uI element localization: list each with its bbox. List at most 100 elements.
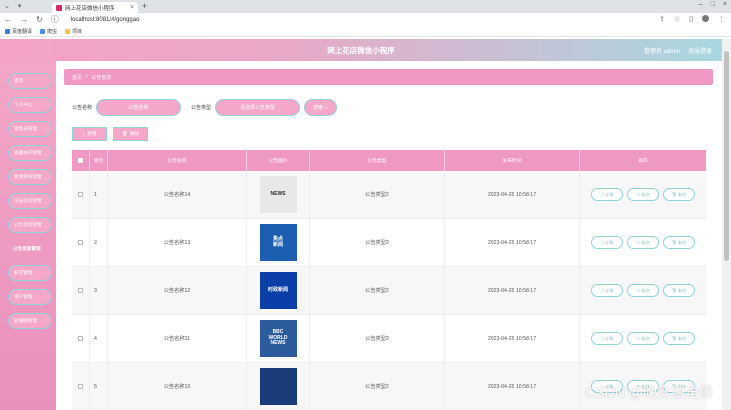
sidebar-panel-icon[interactable]: ▯ xyxy=(689,15,693,23)
row-type: 公告类型2 xyxy=(310,219,445,266)
tab-group-icon[interactable]: ▾ xyxy=(18,2,22,10)
row-type: 公告类型2 xyxy=(310,171,445,218)
thumbnail-text: NEWS xyxy=(270,190,286,197)
sidebar-item[interactable]: 公告信息管理 ⌄ xyxy=(8,217,52,233)
header-image[interactable]: 公告图片 xyxy=(247,150,310,171)
row-type: 公告类型2 xyxy=(310,315,445,362)
header-type[interactable]: 公告类型 xyxy=(310,150,445,171)
notice-thumbnail[interactable] xyxy=(259,368,297,405)
delete-row-button[interactable]: 🗑 删除 xyxy=(663,236,695,249)
op-label: 详情 xyxy=(605,191,614,197)
row-select[interactable] xyxy=(72,219,90,266)
maximize-icon[interactable]: □ xyxy=(711,1,715,8)
sidebar-item-label: 轮播图管理 xyxy=(14,318,37,323)
bookmark-item[interactable]: 爬虫 xyxy=(40,28,57,35)
table-row[interactable]: 4 公告名称11 BBC WORLD NEWS 公告类型2 2023-04-25 10:… xyxy=(72,315,706,363)
checkbox[interactable] xyxy=(78,336,83,341)
sidebar-item[interactable]: 收藏帖子管理 ⌄ xyxy=(8,145,52,161)
share-icon[interactable]: ⇪ xyxy=(659,15,665,23)
delete-row-button[interactable]: 🗑 删除 xyxy=(663,332,695,345)
tab-search-icon[interactable]: ⌄ xyxy=(4,2,10,10)
window-buttons: – □ × xyxy=(699,1,727,8)
header-name[interactable]: 公告名称 xyxy=(108,150,247,171)
name-search-input[interactable]: 公告名称 xyxy=(96,99,182,116)
menu-dots-icon[interactable]: ⋮ xyxy=(718,15,725,23)
search-button[interactable]: 搜索 ⌕ xyxy=(304,99,338,116)
favicon-icon xyxy=(56,4,62,11)
notice-thumbnail[interactable]: 焦点 新闻 xyxy=(259,224,297,261)
sidebar-item-label: 收藏帖子管理 xyxy=(14,150,42,155)
table-row[interactable]: 3 公告名称12 时政新闻 公告类型2 2023-04-25 10:58:17 ◻ 详情 ✎ 修… xyxy=(72,267,706,315)
notice-thumbnail[interactable]: BBC WORLD NEWS xyxy=(259,320,297,357)
page-scrollbar[interactable] xyxy=(722,39,731,410)
scrollbar-thumb[interactable] xyxy=(724,51,729,261)
sidebar-item[interactable]: 轮播图管理 ⌄ xyxy=(8,313,52,329)
translate-icon xyxy=(5,28,10,34)
header-time[interactable]: 发布时间 xyxy=(445,150,580,171)
url-field[interactable]: localhost:8081/#/gonggao xyxy=(71,17,140,23)
op-label: 详情 xyxy=(605,287,614,293)
detail-icon: ◻ xyxy=(600,336,605,341)
delete-button[interactable]: 🗑 删除 xyxy=(113,127,148,141)
detail-button[interactable]: ◻ 详情 xyxy=(591,188,623,201)
minimize-icon[interactable]: – xyxy=(699,1,703,8)
new-tab-icon[interactable]: + xyxy=(142,1,147,11)
close-tab-icon[interactable]: × xyxy=(130,5,134,11)
back-icon[interactable]: ← xyxy=(4,15,12,24)
breadcrumb-home[interactable]: 首页 xyxy=(72,74,82,81)
row-select[interactable] xyxy=(72,363,90,410)
sidebar-item-label: 个人中心 xyxy=(14,102,33,107)
sidebar-item[interactable]: 首页 xyxy=(8,73,52,89)
sidebar-item[interactable]: 管理员管理 ⌄ xyxy=(8,121,52,137)
type-label: 公告类型 xyxy=(191,105,212,111)
search-form: 公告名称 公告名称 公告类型 请选择公告类型 搜索 ⌕ xyxy=(72,99,338,116)
row-select[interactable] xyxy=(72,315,90,362)
checkbox[interactable] xyxy=(78,192,83,197)
sidebar-item[interactable]: 公告信息管理 xyxy=(8,241,52,257)
edit-button[interactable]: ✎ 修改 xyxy=(627,332,659,345)
bookmark-star-icon[interactable]: ☆ xyxy=(674,15,680,23)
sidebar-item[interactable]: 鲜花管理 ⌄ xyxy=(8,265,52,281)
detail-button[interactable]: ◻ 详情 xyxy=(591,332,623,345)
logout-link[interactable]: 退出登录 xyxy=(688,46,712,55)
sidebar-item[interactable]: 新闻资讯管理 ⌄ xyxy=(8,169,52,185)
type-select[interactable]: 请选择公告类型 xyxy=(215,99,301,116)
sidebar-item[interactable]: 用户管理 ⌄ xyxy=(8,289,52,305)
search-icon: ⌕ xyxy=(325,104,328,111)
bookmark-item[interactable]: 项目 xyxy=(65,28,82,35)
edit-button[interactable]: ✎ 修改 xyxy=(627,284,659,297)
forward-icon[interactable]: → xyxy=(20,15,28,24)
row-type: 公告类型2 xyxy=(310,363,445,410)
window-controls: ⌄ ▾ xyxy=(4,2,21,10)
delete-row-button[interactable]: 🗑 删除 xyxy=(663,188,695,201)
sidebar-item[interactable]: 个人中心 ⌄ xyxy=(8,97,52,113)
edit-button[interactable]: ✎ 修改 xyxy=(627,236,659,249)
checkbox[interactable] xyxy=(78,384,83,389)
profile-avatar[interactable] xyxy=(702,15,709,22)
notice-thumbnail[interactable]: NEWS xyxy=(259,176,297,213)
table-row[interactable]: 2 公告名称13 焦点 新闻 公告类型2 2023-04-25 10:58:17 ◻ 详情 ✎… xyxy=(72,219,706,267)
edit-button[interactable]: ✎ 修改 xyxy=(627,188,659,201)
detail-button[interactable]: ◻ 详情 xyxy=(591,236,623,249)
row-actions: ◻ 详情 ✎ 修改 🗑 删除 xyxy=(580,267,706,314)
delete-row-button[interactable]: 🗑 删除 xyxy=(663,284,695,297)
notice-thumbnail[interactable]: 时政新闻 xyxy=(259,272,297,309)
checkbox[interactable] xyxy=(78,158,83,163)
table-row[interactable]: 1 公告名称14 NEWS 公告类型2 2023-04-25 10:58:17 ◻ 详情 ✎ 修… xyxy=(72,171,706,219)
checkbox[interactable] xyxy=(78,240,83,245)
add-button[interactable]: + 新增 xyxy=(72,127,107,141)
sidebar-item-label: 论坛信息管理 xyxy=(14,198,42,203)
header-select-all[interactable] xyxy=(72,150,90,171)
close-window-icon[interactable]: × xyxy=(723,1,727,8)
row-image-cell: NEWS xyxy=(247,171,310,218)
row-select[interactable] xyxy=(72,267,90,314)
info-icon[interactable]: ⓘ xyxy=(51,14,59,25)
browser-tab[interactable]: 网上花店微信小程序 × xyxy=(52,2,138,13)
reload-icon[interactable]: ↻ xyxy=(36,15,43,24)
bookmark-item[interactable]: 百度翻译 xyxy=(5,28,32,35)
sidebar-item[interactable]: 论坛信息管理 ⌄ xyxy=(8,193,52,209)
row-select[interactable] xyxy=(72,171,90,218)
notice-table: 索引 公告名称 公告图片 公告类型 发布时间 操作 1 公告名称14 NEWS 公告类… xyxy=(72,150,706,410)
checkbox[interactable] xyxy=(78,288,83,293)
detail-button[interactable]: ◻ 详情 xyxy=(591,284,623,297)
